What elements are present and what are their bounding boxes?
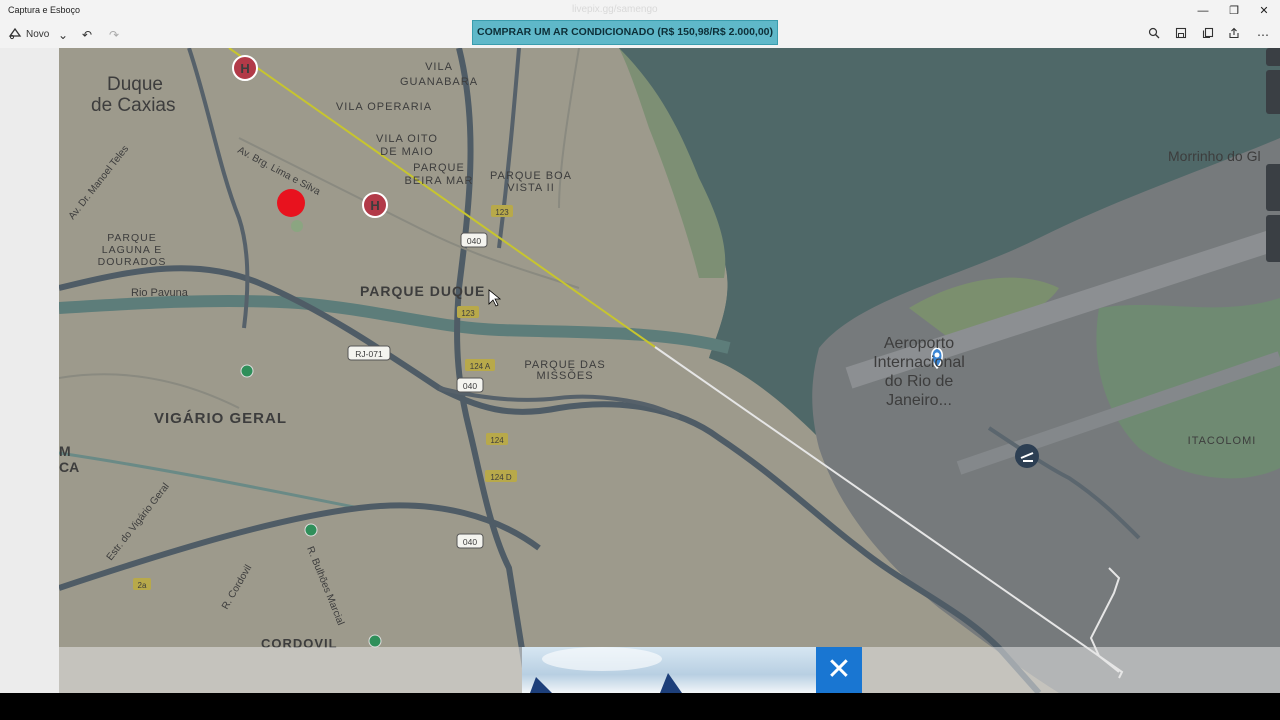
zoom-out-button[interactable] xyxy=(1266,215,1280,262)
label-parque-laguna-2: LAGUNA E xyxy=(102,244,163,256)
faded-url-text: livepix.gg/samengo xyxy=(572,4,658,15)
marker-green-spot xyxy=(291,220,303,232)
svg-text:123: 123 xyxy=(495,208,509,217)
hospital-icon: H xyxy=(232,55,258,81)
label-aeroporto-1: Aeroporto xyxy=(884,335,954,352)
label-parque-laguna-1: PARQUE xyxy=(107,232,157,244)
label-parque-beira-2: BEIRA MAR xyxy=(405,175,474,187)
label-rio-pavuna: Rio Pavuna xyxy=(131,287,189,299)
label-de-caxias: de Caxias xyxy=(91,95,176,116)
svg-text:2a: 2a xyxy=(138,581,147,590)
svg-text:124: 124 xyxy=(490,436,504,445)
green-poi-icon xyxy=(368,634,382,648)
route-shield-124: 124 xyxy=(486,433,508,445)
hospital-symbol: H xyxy=(240,61,249,76)
zoom-icon[interactable] xyxy=(1144,26,1164,44)
copy-icon[interactable] xyxy=(1198,26,1218,44)
map-control-button[interactable] xyxy=(1266,70,1280,114)
label-vila-guanabara-2: GUANABARA xyxy=(400,76,478,88)
svg-text:040: 040 xyxy=(463,537,477,547)
capture-window: Captura e Esboço livepix.gg/samengo — ❐ … xyxy=(0,0,1280,693)
label-vila-oito-2: DE MAIO xyxy=(380,146,433,158)
label-aeroporto-4: Janeiro... xyxy=(886,392,952,409)
map-control-button[interactable] xyxy=(1266,48,1280,66)
label-vila-operaria: VILA OPERARIA xyxy=(336,101,432,113)
share-icon[interactable] xyxy=(1224,26,1244,44)
hospital-icon: H xyxy=(362,192,388,218)
route-shield-2a: 2a xyxy=(133,578,151,590)
svg-text:RJ-071: RJ-071 xyxy=(355,349,383,359)
aircraft-marker xyxy=(277,189,305,217)
new-button[interactable]: Novo xyxy=(26,26,49,44)
label-parque-beira-1: PARQUE xyxy=(413,162,465,174)
label-vila-guanabara-1: VILA xyxy=(425,61,453,73)
airport-icon xyxy=(1015,444,1039,468)
route-shield-040: 040 xyxy=(456,377,484,393)
donation-goal-banner: COMPRAR UM AR CONDICIONADO (R$ 150,98/R$… xyxy=(472,20,778,45)
route-shield-124a: 124 A xyxy=(465,359,495,371)
label-aeroporto-3: do Rio de xyxy=(885,373,954,390)
more-icon[interactable]: ⋯ xyxy=(1253,26,1273,44)
label-itacolomi: ITACOLOMI xyxy=(1188,435,1257,447)
label-vigario-geral: VIGÁRIO GERAL xyxy=(154,410,287,427)
svg-text:040: 040 xyxy=(467,236,481,246)
label-parque-missoes-2: MISSÕES xyxy=(536,369,593,382)
label-vila-oito-1: VILA OITO xyxy=(376,133,438,145)
label-ca: CA xyxy=(59,459,79,475)
close-button[interactable]: ✕ xyxy=(1249,2,1279,20)
route-shield-124d: 124 D xyxy=(485,470,517,482)
zoom-in-button[interactable] xyxy=(1266,164,1280,211)
snip-icon[interactable] xyxy=(5,26,25,44)
label-parque-laguna-3: DOURADOS xyxy=(98,256,167,268)
canvas-margin xyxy=(0,48,59,693)
ad-airplane-picture xyxy=(530,647,682,693)
route-shield-040: 040 xyxy=(456,533,484,549)
letterbox-bar xyxy=(0,693,1280,720)
app-title: Captura e Esboço xyxy=(8,5,81,15)
undo-icon[interactable]: ↶ xyxy=(77,26,97,44)
label-parque-boa-2: VISTA II xyxy=(507,182,555,194)
ad-banner-image[interactable] xyxy=(522,647,816,693)
route-shield-123: 123 xyxy=(491,205,513,217)
minimize-button[interactable]: — xyxy=(1188,2,1218,20)
svg-text:124 D: 124 D xyxy=(490,473,512,482)
label-duque: Duque xyxy=(107,74,163,95)
label-m: M xyxy=(59,443,71,459)
redo-icon[interactable]: ↷ xyxy=(104,26,124,44)
route-shield-123: 123 xyxy=(457,306,479,318)
chevron-down-icon[interactable]: ⌄ xyxy=(53,26,73,44)
title-bar: Captura e Esboço livepix.gg/samengo — ❐ … xyxy=(0,0,1280,22)
label-aeroporto-2: Internacional xyxy=(873,354,965,371)
restore-button[interactable]: ❐ xyxy=(1219,2,1249,20)
save-icon[interactable] xyxy=(1171,26,1191,44)
map-view[interactable]: H H 123 040 123 RJ-071 124 A 040 124 124… xyxy=(59,48,1280,693)
svg-text:040: 040 xyxy=(463,381,477,391)
map-canvas: H H 123 040 123 RJ-071 124 A 040 124 124… xyxy=(59,48,1280,693)
svg-text:124 A: 124 A xyxy=(470,362,491,371)
route-shield-040: 040 xyxy=(460,232,488,248)
ad-close-button[interactable]: ✕ xyxy=(816,647,862,693)
svg-text:123: 123 xyxy=(461,309,475,318)
label-morrinho: Morrinho do Gl xyxy=(1168,148,1261,164)
route-shield-rj071: RJ-071 xyxy=(347,345,391,361)
green-poi-icon xyxy=(240,364,254,378)
green-poi-icon xyxy=(304,523,318,537)
label-parque-boa-1: PARQUE BOA xyxy=(490,170,572,182)
hospital-symbol: H xyxy=(370,198,379,213)
label-parque-duque: PARQUE DUQUE xyxy=(360,283,485,299)
